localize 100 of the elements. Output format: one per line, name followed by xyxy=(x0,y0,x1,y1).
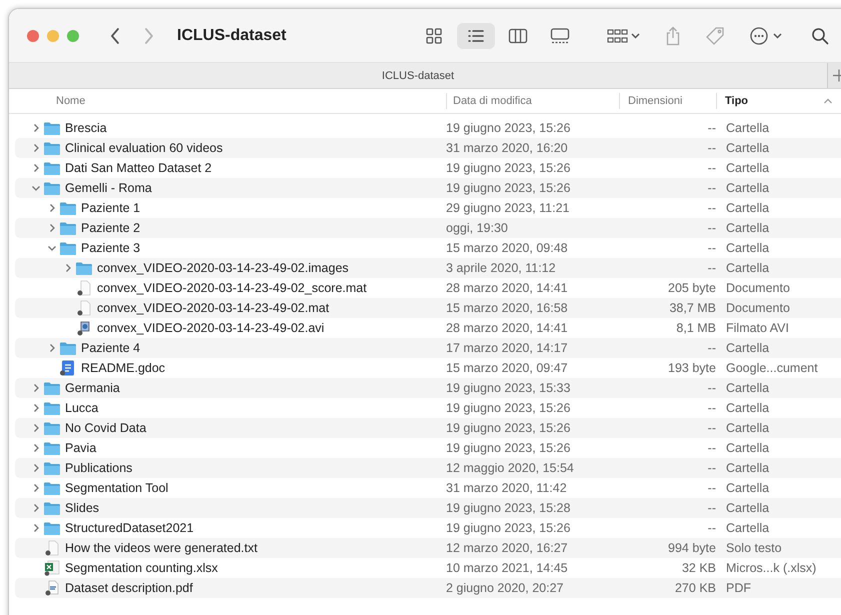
document-icon xyxy=(75,280,93,296)
modified-date: 31 marzo 2020, 16:20 xyxy=(446,141,569,155)
file-type: PDF xyxy=(725,581,752,595)
disclosure-icon[interactable] xyxy=(31,383,41,393)
back-icon[interactable] xyxy=(109,26,121,44)
file-name[interactable]: How the videos were generated.txt xyxy=(65,541,258,555)
modified-date: 19 giugno 2023, 15:28 xyxy=(446,501,572,515)
folder-icon xyxy=(43,500,61,516)
modified-date: 17 marzo 2020, 14:17 xyxy=(446,341,569,355)
file-name[interactable]: Pavia xyxy=(65,441,96,455)
file-type: Cartella xyxy=(725,421,770,435)
file-type: Cartella xyxy=(725,441,770,455)
file-size: 270 KB xyxy=(674,581,716,595)
group-icon[interactable] xyxy=(607,26,641,44)
file-name[interactable]: No Covid Data xyxy=(65,421,146,435)
file-name[interactable]: Clinical evaluation 60 videos xyxy=(65,141,223,155)
disclosure-icon[interactable] xyxy=(31,123,41,133)
file-name[interactable]: Publications xyxy=(65,461,132,475)
disclosure-icon[interactable] xyxy=(31,443,41,453)
file-name[interactable]: convex_VIDEO-2020-03-14-23-49-02.images xyxy=(97,261,349,275)
folder-icon xyxy=(75,260,93,276)
file-size: 8,1 MB xyxy=(675,321,716,335)
folder-icon xyxy=(59,240,77,256)
folder-icon xyxy=(43,160,61,176)
file-name[interactable]: Slides xyxy=(65,501,100,515)
modified-date: 19 giugno 2023, 15:26 xyxy=(446,401,572,415)
modified-date: 31 marzo 2020, 11:42 xyxy=(446,481,568,495)
folder-icon xyxy=(43,440,61,456)
modified-date: 19 giugno 2023, 15:26 xyxy=(446,441,572,455)
file-name[interactable]: Segmentation Tool xyxy=(65,481,168,495)
file-type: Cartella xyxy=(725,481,770,495)
file-name[interactable]: convex_VIDEO-2020-03-14-23-49-02.mat xyxy=(97,301,330,315)
file-size: 205 byte xyxy=(667,281,716,295)
disclosure-icon[interactable] xyxy=(31,503,41,513)
disclosure-icon[interactable] xyxy=(63,263,73,273)
modified-date: 28 marzo 2020, 14:41 xyxy=(446,281,569,295)
file-size: -- xyxy=(706,401,716,415)
gallery-icon xyxy=(550,26,570,44)
modified-date: 2 giugno 2020, 20:27 xyxy=(446,581,564,595)
disclosure-icon[interactable] xyxy=(47,203,57,213)
file-name[interactable]: Lucca xyxy=(65,401,98,415)
column-header[interactable]: Tipo xyxy=(725,95,748,107)
file-type: Cartella xyxy=(725,501,770,515)
modified-date: 19 giugno 2023, 15:26 xyxy=(446,121,572,135)
folder-icon xyxy=(43,380,61,396)
file-name[interactable]: StructuredDataset2021 xyxy=(65,521,194,535)
file-name[interactable]: Paziente 4 xyxy=(81,341,140,355)
file-name[interactable]: Paziente 2 xyxy=(81,221,140,235)
file-name[interactable]: convex_VIDEO-2020-03-14-23-49-02.avi xyxy=(97,321,324,335)
view-button[interactable] xyxy=(457,22,495,48)
search-icon[interactable] xyxy=(811,26,829,44)
folder-icon xyxy=(59,220,77,236)
file-type: Cartella xyxy=(725,121,770,135)
file-size: -- xyxy=(706,181,716,195)
disclosure-icon[interactable] xyxy=(31,423,41,433)
column-header[interactable]: Nome xyxy=(56,95,86,107)
disclosure-icon[interactable] xyxy=(31,183,41,193)
file-size: -- xyxy=(706,421,716,435)
file-size: -- xyxy=(706,341,716,355)
file-name[interactable]: Gemelli - Roma xyxy=(65,181,152,195)
file-name[interactable]: convex_VIDEO-2020-03-14-23-49-02_score.mat xyxy=(97,281,367,295)
file-size: -- xyxy=(706,121,716,135)
file-name[interactable]: Paziente 3 xyxy=(81,241,140,255)
file-name[interactable]: Dataset description.pdf xyxy=(65,581,193,595)
file-name[interactable]: Segmentation counting.xlsx xyxy=(65,561,218,575)
modified-date: 10 marzo 2021, 14:45 xyxy=(446,561,569,575)
file-size: 193 byte xyxy=(667,361,716,375)
file-name[interactable]: Paziente 1 xyxy=(81,201,140,215)
file-name[interactable]: Germania xyxy=(65,381,120,395)
file-size: -- xyxy=(706,441,716,455)
file-type: Google...cument xyxy=(725,361,819,375)
folder-icon xyxy=(59,340,77,356)
folder-icon xyxy=(43,480,61,496)
column-header[interactable]: Dimensioni xyxy=(628,95,682,107)
file-type: Cartella xyxy=(725,341,770,355)
close-button[interactable] xyxy=(27,30,39,42)
file-name[interactable]: README.gdoc xyxy=(81,361,166,375)
file-size: -- xyxy=(706,501,716,515)
column-header[interactable]: Data di modifica xyxy=(453,95,532,107)
disclosure-icon[interactable] xyxy=(31,463,41,473)
disclosure-icon[interactable] xyxy=(31,483,41,493)
disclosure-icon[interactable] xyxy=(47,223,57,233)
disclosure-icon[interactable] xyxy=(31,143,41,153)
folder-icon xyxy=(43,400,61,416)
more-icon[interactable] xyxy=(749,26,783,46)
folder-icon xyxy=(43,140,61,156)
folder-icon xyxy=(43,520,61,536)
file-type: Cartella xyxy=(725,401,770,415)
disclosure-icon[interactable] xyxy=(31,403,41,413)
disclosure-icon[interactable] xyxy=(31,163,41,173)
file-name[interactable]: Dati San Matteo Dataset 2 xyxy=(65,161,212,175)
disclosure-icon[interactable] xyxy=(47,243,57,253)
modified-date: 19 giugno 2023, 15:26 xyxy=(446,521,572,535)
disclosure-icon[interactable] xyxy=(31,523,41,533)
file-size: -- xyxy=(706,201,716,215)
file-type: Micros...k (.xlsx) xyxy=(725,561,818,575)
sort-ascending-icon xyxy=(823,97,833,105)
file-name[interactable]: Brescia xyxy=(65,121,107,135)
disclosure-icon[interactable] xyxy=(47,343,57,353)
file-size: -- xyxy=(706,221,716,235)
